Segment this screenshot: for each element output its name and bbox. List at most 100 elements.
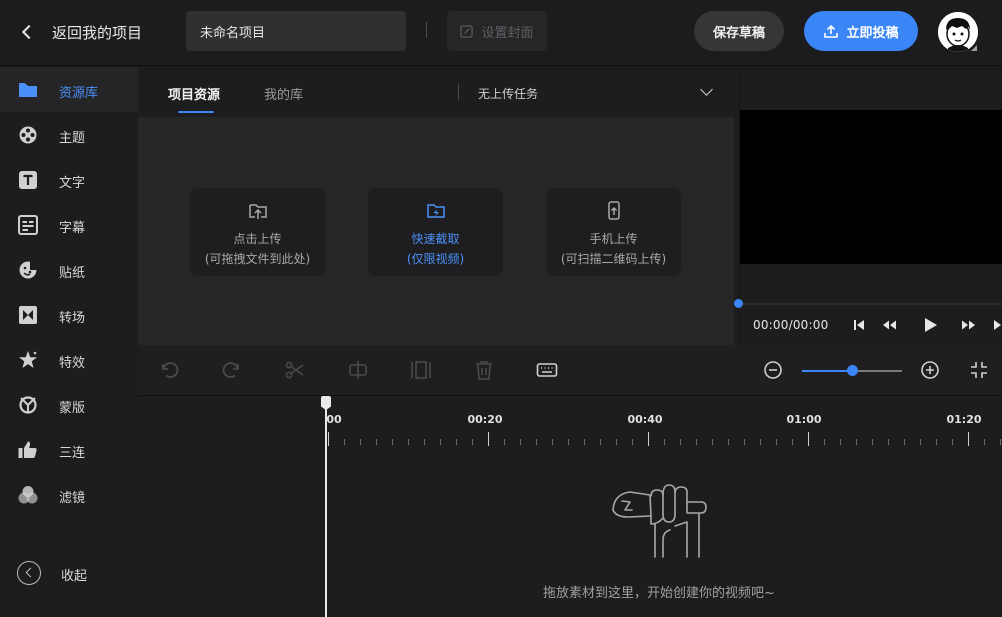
undo-icon[interactable] [158, 359, 180, 381]
preview-screen[interactable] [740, 110, 1002, 264]
sidebar-item-triple[interactable]: 三连 [0, 427, 138, 472]
sidebar-item-text[interactable]: 文字 [0, 157, 138, 202]
resource-panel: 点击上传 (可拖拽文件到此处) 快速截取 (仅限视频) 手机上传 (可扫描二维码… [138, 117, 734, 345]
ruler-tick [392, 439, 393, 445]
upload-card[interactable]: 点击上传 (可拖拽文件到此处) [190, 188, 325, 276]
sidebar-item-mask[interactable]: 蒙版 [0, 382, 138, 427]
ruler-tick [424, 439, 425, 445]
timecode: 00:00/00:00 [753, 318, 829, 332]
split-icon[interactable] [347, 359, 369, 381]
thumbs-up-icon [18, 441, 37, 458]
sidebar-item-label: 资源库 [59, 86, 99, 101]
ruler-tick [440, 439, 441, 445]
sidebar-item-label: 滤镜 [59, 491, 86, 506]
effects-icon [19, 351, 37, 368]
publish-button[interactable]: 立即投稿 [804, 11, 918, 51]
ruler-tick [712, 439, 713, 445]
skip-forward-icon[interactable] [992, 317, 1002, 333]
collapse-label: 收起 [61, 569, 88, 584]
ruler-tick [504, 439, 505, 445]
upload-icon [824, 24, 839, 38]
collapse-arrow-icon [17, 561, 41, 585]
rewind-icon[interactable] [881, 317, 897, 333]
chevron-down-icon[interactable] [700, 83, 713, 96]
avatar-dropdown-indicator[interactable] [971, 45, 977, 51]
resource-scrollbar[interactable] [734, 117, 738, 345]
sidebar-item-transition[interactable]: 转场 [0, 292, 138, 337]
sidebar-item-effects[interactable]: 特效 [0, 337, 138, 382]
ruler-tick [920, 439, 921, 445]
folder-upload-icon [248, 204, 267, 219]
ruler-tick [888, 439, 889, 445]
skip-back-icon[interactable] [852, 317, 866, 333]
zoom-in-icon[interactable] [919, 359, 941, 381]
ruler-tick [760, 439, 761, 445]
sidebar-item-label: 字幕 [59, 221, 86, 236]
tab-project-resources[interactable]: 项目资源 [168, 84, 220, 103]
save-draft-button[interactable]: 保存草稿 [694, 11, 784, 51]
sidebar-item-label: 三连 [59, 446, 86, 461]
sidebar-item-label: 特效 [59, 356, 86, 371]
sidebar-item-subtitle[interactable]: 字幕 [0, 202, 138, 247]
back-button[interactable]: 返回我的项目 [18, 18, 142, 46]
ruler-label: 00:40 [627, 413, 663, 426]
project-name-input[interactable] [186, 11, 406, 51]
sidebar-item-filter[interactable]: 滤镜 [0, 472, 138, 517]
timeline-toolbar [138, 345, 1002, 396]
collapse-button[interactable]: 收起 [0, 557, 138, 587]
ruler-major-tick [488, 432, 489, 446]
play-icon[interactable] [922, 317, 938, 333]
ruler-tick [840, 439, 841, 445]
sidebar-item-label: 主题 [59, 131, 86, 146]
phone-upload-icon [607, 201, 620, 220]
delete-icon[interactable] [473, 359, 495, 381]
edit-icon [460, 24, 474, 38]
phone-upload-card[interactable]: 手机上传 (可扫描二维码上传) [546, 188, 681, 276]
ruler-tick [728, 439, 729, 445]
progress-knob[interactable] [734, 299, 743, 308]
time-current: 00:00 [753, 318, 789, 332]
sidebar-item-label: 贴纸 [59, 266, 86, 281]
set-cover-button[interactable]: 设置封面 [447, 11, 547, 51]
upload-status[interactable]: 无上传任务 [478, 85, 538, 102]
zoom-slider-fill [802, 370, 852, 372]
ruler-tick [616, 439, 617, 445]
sidebar: 资源库 主题 文字 字幕 贴纸 转场 特效 蒙版 三连 滤镜 收起 [0, 67, 138, 617]
ruler-tick [856, 439, 857, 445]
ruler-label: 01:00 [786, 413, 822, 426]
folder-flash-icon [426, 204, 445, 218]
tab-my-library[interactable]: 我的库 [264, 84, 303, 103]
ruler-label: 00:20 [467, 413, 503, 426]
zoom-slider-knob[interactable] [847, 365, 858, 376]
ruler-tick [744, 439, 745, 445]
fit-timeline-icon[interactable] [968, 359, 990, 381]
ruler-tick [824, 439, 825, 445]
ruler-major-tick [968, 432, 969, 446]
quick-capture-card[interactable]: 快速截取 (仅限视频) [368, 188, 503, 276]
set-cover-label: 设置封面 [481, 25, 534, 41]
publish-label: 立即投稿 [846, 25, 899, 41]
sidebar-item-sticker[interactable]: 贴纸 [0, 247, 138, 292]
ruler-tick [456, 439, 457, 445]
sidebar-item-label: 转场 [59, 311, 86, 326]
playhead-handle[interactable] [321, 396, 331, 410]
trim-icon[interactable] [410, 359, 432, 381]
ruler-label: 00 [326, 413, 342, 426]
fast-forward-icon[interactable] [961, 317, 977, 333]
zoom-out-icon[interactable] [762, 359, 784, 381]
scissors-icon[interactable] [284, 359, 306, 381]
ruler-tick [680, 439, 681, 445]
ruler-tick [792, 439, 793, 445]
folder-icon [19, 83, 37, 97]
ruler-tick [984, 439, 985, 445]
ruler-tick [872, 439, 873, 445]
keyboard-icon[interactable] [536, 359, 558, 381]
ruler-tick [632, 439, 633, 445]
sidebar-item-library[interactable]: 资源库 [0, 67, 138, 112]
ruler-tick [360, 439, 361, 445]
progress-bar[interactable] [740, 303, 1002, 305]
sidebar-item-theme[interactable]: 主题 [0, 112, 138, 157]
ruler-tick [568, 439, 569, 445]
redo-icon[interactable] [221, 359, 243, 381]
timeline[interactable]: 00 00:20 00:40 01:00 01:20 拖放素材到这里，开始创建你… [138, 396, 1002, 617]
